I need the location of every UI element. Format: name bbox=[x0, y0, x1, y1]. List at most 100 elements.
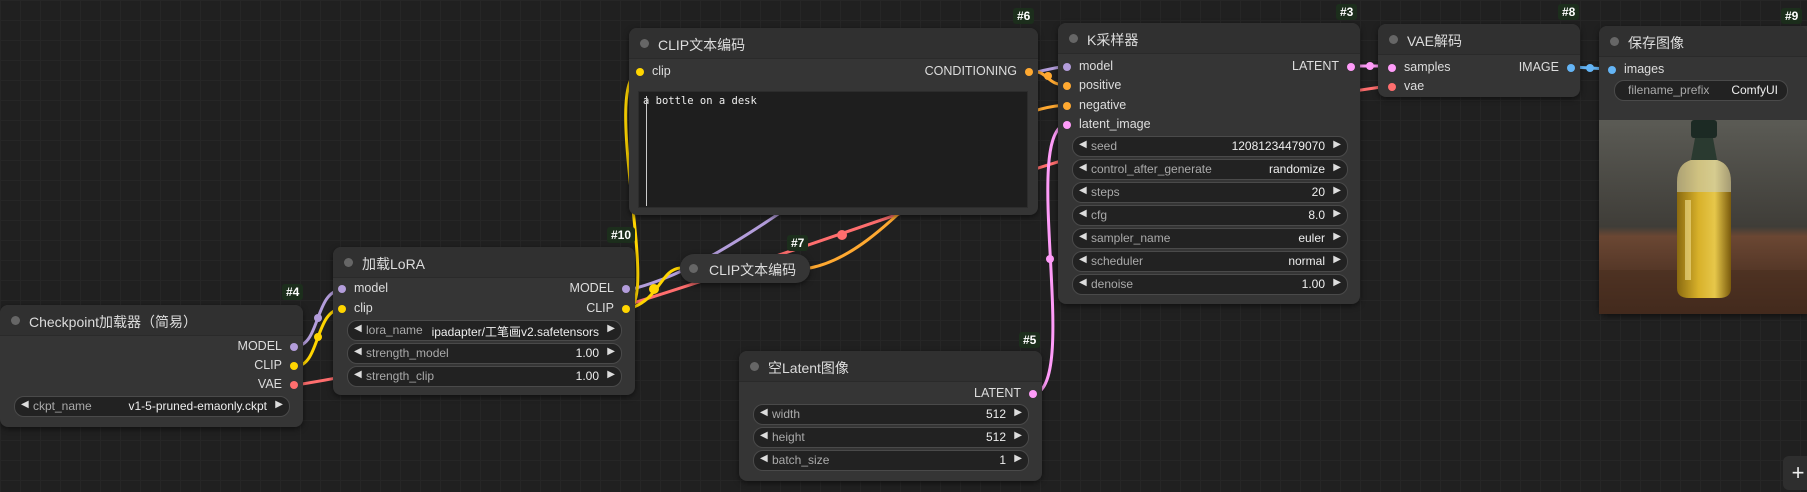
collapse-dot-icon[interactable] bbox=[1610, 37, 1619, 46]
output-clip[interactable]: CLIP bbox=[254, 358, 298, 372]
decrement-arrow-icon[interactable]: ◀ bbox=[760, 453, 768, 464]
widget-cfg[interactable]: ◀ cfg 8.0 ▶ bbox=[1072, 205, 1348, 226]
decrement-arrow-icon[interactable]: ◀ bbox=[760, 430, 768, 441]
node-title: CLIP文本编码 bbox=[709, 262, 797, 278]
increment-arrow-icon[interactable]: ▶ bbox=[607, 323, 615, 334]
decrement-arrow-icon[interactable]: ◀ bbox=[760, 407, 768, 418]
increment-arrow-icon[interactable]: ▶ bbox=[1333, 254, 1341, 265]
node-badge: #5 bbox=[1019, 332, 1041, 348]
decrement-arrow-icon[interactable]: ◀ bbox=[354, 323, 362, 334]
node-badge: #6 bbox=[1013, 8, 1035, 24]
link-clip-lora-neg bbox=[627, 266, 681, 311]
widget-denoise[interactable]: ◀ denoise 1.00 ▶ bbox=[1072, 274, 1348, 295]
save-image-node[interactable]: 保存图像 images filename_prefix ComfyUI bbox=[1599, 26, 1807, 314]
node-title-bar[interactable]: 保存图像 bbox=[1599, 26, 1807, 57]
node-title: K采样器 bbox=[1087, 32, 1139, 48]
checkpoint-loader-node[interactable]: Checkpoint加载器（简易） MODEL CLIP VAE ◀ ckpt_… bbox=[0, 305, 303, 427]
input-vae[interactable]: vae bbox=[1388, 79, 1424, 93]
decrement-arrow-icon[interactable]: ◀ bbox=[1079, 254, 1087, 265]
node-title: Checkpoint加载器（简易） bbox=[29, 314, 198, 330]
decrement-arrow-icon[interactable]: ◀ bbox=[354, 369, 362, 380]
node-title-bar[interactable]: 空Latent图像 bbox=[739, 351, 1042, 382]
widget-filename-prefix[interactable]: filename_prefix ComfyUI bbox=[1614, 80, 1788, 101]
node-title-bar[interactable]: K采样器 bbox=[1058, 23, 1360, 54]
increment-arrow-icon[interactable]: ▶ bbox=[275, 399, 283, 410]
empty-latent-image-node[interactable]: 空Latent图像 LATENT ◀ width 512 ▶ ◀ height … bbox=[739, 351, 1042, 481]
vae-decode-node[interactable]: VAE解码 samples vae IMAGE bbox=[1378, 24, 1580, 97]
widget-strength-clip[interactable]: ◀ strength_clip 1.00 ▶ bbox=[347, 366, 622, 387]
generated-image-preview[interactable] bbox=[1599, 120, 1807, 314]
output-vae[interactable]: VAE bbox=[258, 377, 298, 391]
decrement-arrow-icon[interactable]: ◀ bbox=[1079, 208, 1087, 219]
output-model[interactable]: MODEL bbox=[570, 281, 630, 295]
lora-loader-node[interactable]: 加载LoRA model clip MODEL CLIP ◀ lora_name… bbox=[333, 247, 635, 395]
widget-strength-model[interactable]: ◀ strength_model 1.00 ▶ bbox=[347, 343, 622, 364]
increment-arrow-icon[interactable]: ▶ bbox=[1333, 277, 1341, 288]
increment-arrow-icon[interactable]: ▶ bbox=[1333, 231, 1341, 242]
collapse-dot-icon[interactable] bbox=[344, 258, 353, 267]
widget-width[interactable]: ◀ width 512 ▶ bbox=[753, 404, 1029, 425]
output-latent[interactable]: LATENT bbox=[974, 386, 1037, 400]
node-badge: #4 bbox=[282, 284, 304, 300]
widget-steps[interactable]: ◀ steps 20 ▶ bbox=[1072, 182, 1348, 203]
input-clip[interactable]: clip bbox=[338, 301, 373, 315]
output-model[interactable]: MODEL bbox=[238, 339, 298, 353]
node-title-bar[interactable]: 加载LoRA bbox=[333, 247, 635, 278]
output-clip[interactable]: CLIP bbox=[586, 301, 630, 315]
node-title: 保存图像 bbox=[1628, 35, 1684, 51]
clip-text-encode-negative-node[interactable]: CLIP文本编码 bbox=[680, 254, 810, 283]
decrement-arrow-icon[interactable]: ◀ bbox=[354, 346, 362, 357]
input-samples[interactable]: samples bbox=[1388, 60, 1451, 74]
ksampler-node[interactable]: K采样器 model positive negative latent_imag… bbox=[1058, 23, 1360, 304]
clip-text-encode-positive-node[interactable]: CLIP文本编码 clip CONDITIONING a bottle on a… bbox=[629, 28, 1038, 215]
node-title-bar[interactable]: VAE解码 bbox=[1378, 24, 1580, 55]
decrement-arrow-icon[interactable]: ◀ bbox=[1079, 162, 1087, 173]
collapse-dot-icon[interactable] bbox=[750, 362, 759, 371]
input-images[interactable]: images bbox=[1608, 62, 1664, 76]
input-negative[interactable]: negative bbox=[1063, 98, 1126, 112]
prompt-text-area[interactable]: a bottle on a desk bbox=[638, 91, 1028, 208]
add-node-button[interactable]: + bbox=[1783, 456, 1807, 490]
node-title: 加载LoRA bbox=[362, 256, 426, 272]
input-positive[interactable]: positive bbox=[1063, 78, 1121, 92]
increment-arrow-icon[interactable]: ▶ bbox=[1333, 208, 1341, 219]
increment-arrow-icon[interactable]: ▶ bbox=[1014, 407, 1022, 418]
output-image[interactable]: IMAGE bbox=[1519, 60, 1575, 74]
widget-control-after-generate[interactable]: ◀ control_after_generate randomize ▶ bbox=[1072, 159, 1348, 180]
widget-seed[interactable]: ◀ seed 12081234479070 ▶ bbox=[1072, 136, 1348, 157]
node-badge: #8 bbox=[1558, 4, 1580, 20]
increment-arrow-icon[interactable]: ▶ bbox=[1333, 162, 1341, 173]
input-model[interactable]: model bbox=[338, 281, 388, 295]
output-conditioning[interactable]: CONDITIONING bbox=[925, 64, 1033, 78]
increment-arrow-icon[interactable]: ▶ bbox=[607, 346, 615, 357]
collapse-dot-icon[interactable] bbox=[1389, 35, 1398, 44]
collapse-dot-icon[interactable] bbox=[689, 264, 698, 273]
output-latent[interactable]: LATENT bbox=[1292, 59, 1355, 73]
node-badge: #7 bbox=[787, 235, 809, 251]
widget-scheduler[interactable]: ◀ scheduler normal ▶ bbox=[1072, 251, 1348, 272]
decrement-arrow-icon[interactable]: ◀ bbox=[1079, 139, 1087, 150]
decrement-arrow-icon[interactable]: ◀ bbox=[1079, 277, 1087, 288]
increment-arrow-icon[interactable]: ▶ bbox=[1014, 453, 1022, 464]
widget-lora-name[interactable]: ◀ lora_name ipadapter/工笔画v2.safetensors … bbox=[347, 320, 622, 341]
input-model[interactable]: model bbox=[1063, 59, 1113, 73]
input-latent-image[interactable]: latent_image bbox=[1063, 117, 1151, 131]
collapse-dot-icon[interactable] bbox=[11, 316, 20, 325]
increment-arrow-icon[interactable]: ▶ bbox=[1333, 139, 1341, 150]
collapse-dot-icon[interactable] bbox=[640, 39, 649, 48]
increment-arrow-icon[interactable]: ▶ bbox=[1014, 430, 1022, 441]
increment-arrow-icon[interactable]: ▶ bbox=[1333, 185, 1341, 196]
node-badge: #3 bbox=[1336, 4, 1358, 20]
widget-ckpt-name[interactable]: ◀ ckpt_name v1-5-pruned-emaonly.ckpt ▶ bbox=[14, 396, 290, 417]
decrement-arrow-icon[interactable]: ◀ bbox=[1079, 185, 1087, 196]
widget-batch-size[interactable]: ◀ batch_size 1 ▶ bbox=[753, 450, 1029, 471]
node-title-bar[interactable]: CLIP文本编码 bbox=[629, 28, 1038, 59]
decrement-arrow-icon[interactable]: ◀ bbox=[1079, 231, 1087, 242]
increment-arrow-icon[interactable]: ▶ bbox=[607, 369, 615, 380]
node-title-bar[interactable]: Checkpoint加载器（简易） bbox=[0, 305, 303, 336]
input-clip[interactable]: clip bbox=[636, 64, 671, 78]
widget-sampler-name[interactable]: ◀ sampler_name euler ▶ bbox=[1072, 228, 1348, 249]
decrement-arrow-icon[interactable]: ◀ bbox=[21, 399, 29, 410]
collapse-dot-icon[interactable] bbox=[1069, 34, 1078, 43]
widget-height[interactable]: ◀ height 512 ▶ bbox=[753, 427, 1029, 448]
